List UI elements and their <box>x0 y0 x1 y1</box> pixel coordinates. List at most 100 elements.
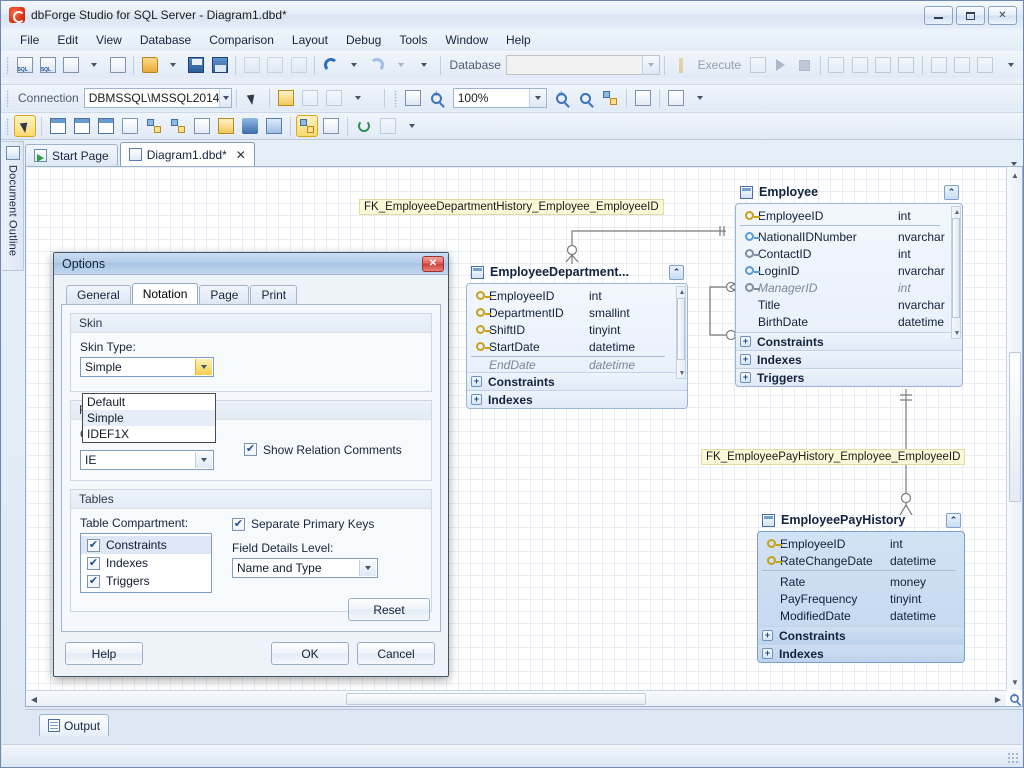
expand-icon[interactable]: + <box>740 336 751 347</box>
menu-database[interactable]: Database <box>131 31 200 49</box>
menu-comparison[interactable]: Comparison <box>200 31 283 49</box>
format-sql-button[interactable] <box>928 54 949 76</box>
list-item[interactable]: ✔ Indexes <box>81 554 211 572</box>
menu-tools[interactable]: Tools <box>390 31 436 49</box>
tab-general[interactable]: General <box>66 285 131 304</box>
table-row[interactable]: EmployeeID int <box>736 207 948 224</box>
entity-employee-header[interactable]: Employee ⌃ <box>735 181 963 203</box>
document-outline-button[interactable] <box>377 115 399 137</box>
scroll-left-icon[interactable]: ◀ <box>28 693 40 705</box>
database-combo-arrow[interactable] <box>642 56 660 74</box>
stop-button[interactable] <box>794 54 815 76</box>
resize-grip[interactable] <box>1007 752 1019 764</box>
dropdown-option-idef1x[interactable]: IDEF1X <box>83 426 215 442</box>
cardinality-notation-combo[interactable]: IE <box>80 450 214 470</box>
collapse-icon[interactable]: ⌃ <box>669 264 684 280</box>
vertical-scroll-thumb[interactable] <box>1009 352 1021 502</box>
edit-connection-button[interactable] <box>275 87 297 109</box>
dropdown-option-default[interactable]: Default <box>83 394 215 410</box>
scroll-up-icon[interactable]: ▲ <box>953 208 961 216</box>
list-item[interactable]: ✔ Triggers <box>81 572 211 590</box>
tab-output[interactable]: Output <box>39 714 110 736</box>
compartment-indexes[interactable]: + Indexes <box>736 350 962 368</box>
scroll-thumb[interactable] <box>952 218 960 318</box>
new-table-button[interactable] <box>47 115 69 137</box>
zoom-toolbar-grip[interactable] <box>393 89 397 107</box>
new-function-button[interactable] <box>119 115 141 137</box>
scroll-down-icon[interactable]: ▼ <box>953 329 961 337</box>
pin-connection-button[interactable] <box>242 87 264 109</box>
execute-label[interactable]: Execute <box>698 58 741 72</box>
tab-start-page[interactable]: Start Page <box>25 144 118 166</box>
menu-edit[interactable]: Edit <box>48 31 87 49</box>
expand-icon[interactable]: + <box>740 354 751 365</box>
cut-button[interactable] <box>241 54 262 76</box>
table-row[interactable]: Rate money <box>758 573 964 590</box>
paste-button[interactable] <box>288 54 309 76</box>
scroll-down-icon[interactable]: ▼ <box>678 369 686 377</box>
table-compartment-listbox[interactable]: ✔ Constraints ✔ Indexes ✔ Triggers <box>80 533 212 593</box>
table-row[interactable]: RateChangeDate datetime <box>758 552 964 569</box>
sql-snippets-button[interactable] <box>951 54 972 76</box>
new-query-button[interactable] <box>37 54 58 76</box>
diagram-layout-button[interactable] <box>320 115 342 137</box>
scroll-right-icon[interactable]: ▶ <box>992 693 1004 705</box>
entity-eph-header[interactable]: EmployeePayHistory ⌃ <box>757 509 965 531</box>
menu-file[interactable]: File <box>11 31 48 49</box>
table-row[interactable]: PayFrequency tinyint <box>758 590 964 607</box>
save-all-button[interactable] <box>209 54 230 76</box>
results-grid-button[interactable] <box>826 54 847 76</box>
tab-diagram1[interactable]: Diagram1.dbd* ✕ <box>119 142 255 166</box>
field-details-dropdown-arrow[interactable] <box>359 560 376 576</box>
connection-toolbar-grip[interactable] <box>6 89 9 107</box>
canvas-zoom-corner-icon[interactable] <box>1006 690 1022 706</box>
auto-layout-button[interactable] <box>599 87 621 109</box>
separate-primary-keys-checkbox[interactable]: ✔ Separate Primary Keys <box>232 517 378 531</box>
menu-help[interactable]: Help <box>497 31 540 49</box>
execute-to-file-button[interactable] <box>747 54 768 76</box>
options-close-button[interactable]: ✕ <box>422 255 444 272</box>
pointer-tool-button[interactable] <box>14 115 36 137</box>
entity-scrollbar[interactable]: ▲ ▼ <box>951 206 961 339</box>
undo-dropdown[interactable] <box>343 54 364 76</box>
standard-overflow-button[interactable] <box>413 54 434 76</box>
field-details-level-combo[interactable]: Name and Type <box>232 558 378 578</box>
entity-employeepayhistory[interactable]: EmployeePayHistory ⌃ EmployeeID int Rate… <box>757 509 965 663</box>
entity-edh-header[interactable]: EmployeeDepartment... ⌃ <box>466 261 688 283</box>
new-note-button[interactable] <box>215 115 237 137</box>
document-outline-label[interactable]: Document Outline <box>7 165 19 256</box>
new-object-dropdown[interactable] <box>84 54 105 76</box>
scroll-up-icon[interactable]: ▲ <box>1009 169 1021 181</box>
compartment-indexes[interactable]: + Indexes <box>758 644 964 662</box>
minimize-button[interactable] <box>924 6 953 25</box>
dropdown-option-simple[interactable]: Simple <box>83 410 215 426</box>
table-row[interactable]: NationalIDNumber nvarchar <box>736 228 948 245</box>
tab-list-dropdown-icon[interactable] <box>1011 162 1017 166</box>
tab-print[interactable]: Print <box>250 285 298 304</box>
compartment-constraints[interactable]: + Constraints <box>736 332 962 350</box>
new-stamp-button[interactable] <box>239 115 261 137</box>
entity-employee[interactable]: Employee ⌃ EmployeeID int NationalIDNumb… <box>735 181 963 387</box>
checkbox-box[interactable]: ✔ <box>87 574 100 588</box>
zoom-combo[interactable]: 100% <box>452 88 547 108</box>
new-relation-button[interactable] <box>143 115 165 137</box>
compartment-constraints[interactable]: + Constraints <box>467 372 687 390</box>
connection-combo-arrow[interactable] <box>219 89 231 107</box>
compartment-triggers[interactable]: + Triggers <box>736 368 962 386</box>
open-dropdown[interactable] <box>163 54 184 76</box>
expand-icon[interactable]: + <box>762 648 773 659</box>
entity-scrollbar[interactable]: ▲ ▼ <box>676 286 686 379</box>
compartment-constraints[interactable]: + Constraints <box>758 626 964 644</box>
new-container-button[interactable] <box>191 115 213 137</box>
zoom-in-button[interactable] <box>551 87 573 109</box>
table-row[interactable]: ContactID int <box>736 245 948 262</box>
expand-icon[interactable]: + <box>740 372 751 383</box>
new-sql-button[interactable] <box>14 54 35 76</box>
diagram-overflow-button[interactable] <box>401 115 423 137</box>
results-text-button[interactable] <box>849 54 870 76</box>
entity-employeedepartmenthistory[interactable]: EmployeeDepartment... ⌃ EmployeeID int D… <box>466 261 688 409</box>
relation-label-employeedepartmenthistory[interactable]: FK_EmployeeDepartmentHistory_Employee_Em… <box>359 199 664 215</box>
ok-button[interactable]: OK <box>271 642 349 665</box>
cardinality-dropdown-arrow[interactable] <box>195 452 212 468</box>
table-row[interactable]: ManagerID int <box>736 279 948 296</box>
